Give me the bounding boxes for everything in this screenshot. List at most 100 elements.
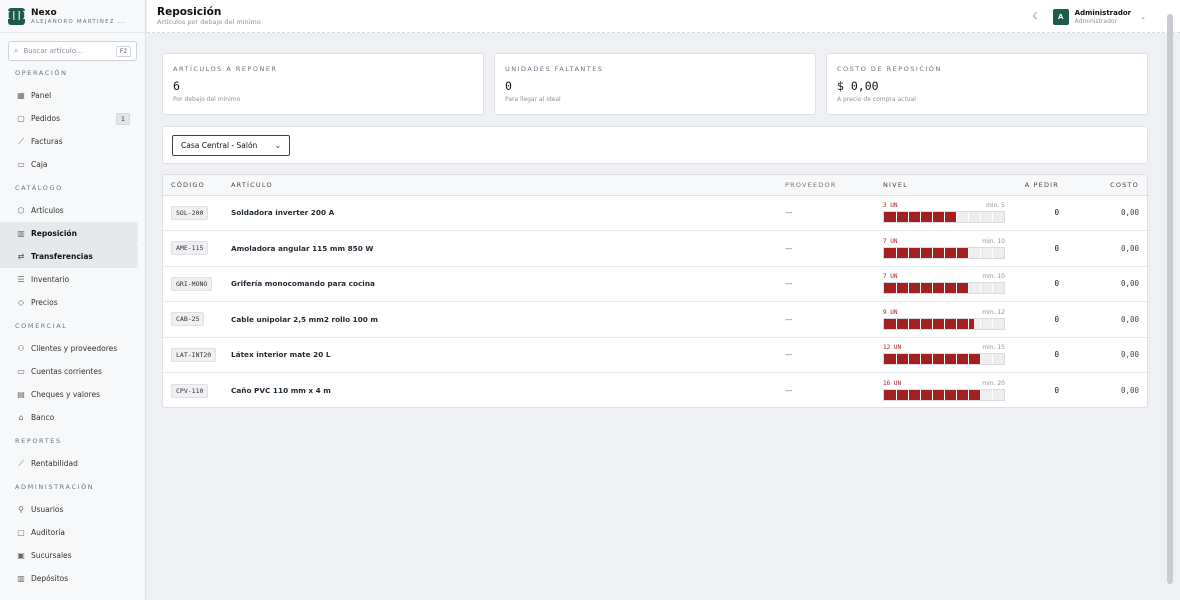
list-icon: ☰ bbox=[17, 275, 25, 284]
table-row[interactable]: AME-115 Amoladora angular 115 mm 850 W —… bbox=[163, 230, 1147, 267]
brand[interactable]: [||] Nexo ALEJANDRO MARTINEZ ... bbox=[0, 0, 145, 33]
level-bar bbox=[883, 317, 1005, 330]
code-chip: CPV-110 bbox=[171, 383, 209, 398]
table-row[interactable]: LAT-INT20 Látex interior mate 20 L — 12 … bbox=[163, 337, 1147, 373]
level-bar-segment bbox=[908, 354, 909, 365]
page-subtitle: Artículos por debajo del mínimo bbox=[157, 18, 261, 26]
sidebar-item-panel[interactable]: ▦ Panel bbox=[0, 84, 138, 107]
sidebar-item-articulos[interactable]: ⬡ Artículos bbox=[0, 199, 138, 222]
article-cell: Látex interior mate 20 L bbox=[231, 337, 785, 373]
table-row[interactable]: SOL-200 Soldadora inverter 200 A — 3 UN … bbox=[163, 195, 1147, 231]
store-icon: ▣ bbox=[17, 551, 25, 560]
sidebar-item-label: Cheques y valores bbox=[31, 390, 100, 399]
table-row[interactable]: GRI-MONO Grifería monocomando para cocin… bbox=[163, 266, 1147, 302]
sidebar-item-label: Inventario bbox=[31, 275, 70, 284]
table-row[interactable]: CAB-25 Cable unipolar 2,5 mm2 rollo 100 … bbox=[163, 301, 1147, 338]
filter-card: Casa Central - Salón ⌄ bbox=[162, 126, 1148, 164]
column-header-to-order[interactable]: A PEDIR bbox=[1013, 175, 1083, 196]
level-bar-segment bbox=[968, 283, 969, 294]
sidebar-item-cuentas-corrientes[interactable]: ▭ Cuentas corrientes bbox=[0, 360, 138, 383]
code-cell: GRI-MONO bbox=[163, 266, 231, 302]
level-cell: 16 UN min. 20 bbox=[883, 373, 1013, 408]
level-bar-segment bbox=[956, 318, 957, 329]
sidebar-item-clientes-y-proveedores[interactable]: ⚇ Clientes y proveedores bbox=[0, 337, 138, 360]
article-cell: Caño PVC 110 mm x 4 m bbox=[231, 373, 785, 408]
sidebar-item-label: Cuentas corrientes bbox=[31, 367, 102, 376]
level-bar-segment bbox=[944, 212, 945, 223]
sidebar-item-label: Precios bbox=[31, 298, 58, 307]
column-header-cost[interactable]: COSTO bbox=[1083, 175, 1147, 196]
level-bar-segment bbox=[896, 283, 897, 294]
level-minimum: min. 20 bbox=[982, 380, 1005, 387]
cost-cell: 0,00 bbox=[1120, 386, 1139, 395]
level-minimum: min. 5 bbox=[986, 202, 1005, 210]
code-chip: LAT-INT20 bbox=[171, 347, 217, 362]
branch-select[interactable]: Casa Central - Salón ⌄ bbox=[172, 135, 290, 156]
supplier-cell: — bbox=[785, 386, 793, 395]
scrollbar[interactable] bbox=[1167, 14, 1173, 584]
article-name: Amoladora angular 115 mm 850 W bbox=[231, 243, 374, 253]
to-order-cell: 0 bbox=[1013, 230, 1083, 267]
level-labels: 9 UN min. 12 bbox=[883, 309, 1005, 316]
level-current: 9 UN bbox=[883, 308, 898, 316]
box-icon: ⬡ bbox=[17, 206, 25, 215]
column-header-level[interactable]: NIVEL bbox=[883, 175, 1013, 196]
level-bar-segment bbox=[992, 318, 993, 329]
level-cell: 7 UN min. 10 bbox=[883, 230, 1013, 267]
sidebar-item-label: Panel bbox=[31, 91, 52, 100]
level-bar-segment bbox=[920, 247, 921, 258]
stat-label: ARTÍCULOS A REPONER bbox=[173, 65, 278, 73]
level-bar bbox=[883, 246, 1005, 259]
user-name: Administrador bbox=[1074, 8, 1132, 17]
supplier-cell: — bbox=[785, 230, 883, 267]
sidebar-item-rentabilidad[interactable]: ⟋ Rentabilidad bbox=[0, 452, 138, 475]
search-input[interactable]: ⌕ Buscar artículo... F2 bbox=[8, 41, 137, 61]
count-badge: 1 bbox=[115, 112, 130, 125]
sidebar-nav: OPERACIÓN ▦ Panel ▢ Pedidos 1 ⟋ Facturas ▭ Caja CA… bbox=[0, 67, 145, 590]
level-current: 12 UN bbox=[883, 344, 902, 352]
sidebar-item-auditoria[interactable]: ▢ Auditoría bbox=[0, 521, 138, 544]
column-header-article[interactable]: ARTÍCULO bbox=[231, 175, 785, 196]
article-cell: Soldadora inverter 200 A bbox=[231, 195, 785, 231]
level-bar-segment bbox=[932, 212, 933, 223]
article-name: Grifería monocomando para cocina bbox=[231, 279, 375, 289]
sidebar-item-pedidos[interactable]: ▢ Pedidos 1 bbox=[0, 107, 138, 130]
user-menu[interactable]: Administrador Administrador bbox=[1075, 9, 1131, 25]
sidebar-item-depositos[interactable]: ▥ Depósitos bbox=[0, 567, 138, 590]
sidebar-item-label: Pedidos bbox=[31, 114, 60, 123]
theme-toggle-moon-icon[interactable]: ☾ bbox=[1033, 12, 1041, 22]
sidebar-item-sucursales[interactable]: ▣ Sucursales bbox=[0, 544, 138, 567]
level-cell: 9 UN min. 12 bbox=[883, 301, 1013, 338]
avatar[interactable]: A bbox=[1052, 8, 1069, 25]
sidebar-item-label: Caja bbox=[31, 160, 48, 169]
sidebar-item-inventario[interactable]: ☰ Inventario bbox=[0, 268, 138, 291]
level-bar-segment bbox=[920, 318, 921, 329]
supplier-cell: — bbox=[785, 337, 883, 373]
search-icon: ⌕ bbox=[14, 46, 19, 55]
level-minimum: min. 10 bbox=[982, 237, 1005, 245]
column-header-supplier[interactable]: PROVEEDOR bbox=[785, 175, 883, 196]
sidebar-item-caja[interactable]: ▭ Caja bbox=[0, 153, 138, 176]
level-minimum: min. 12 bbox=[982, 308, 1005, 316]
level-bar-segment bbox=[968, 247, 969, 258]
sidebar-item-precios[interactable]: ◇ Precios bbox=[0, 291, 138, 314]
chevron-down-icon[interactable]: ⌄ bbox=[1140, 13, 1146, 21]
level-bar-segment bbox=[908, 390, 909, 400]
replenishment-table-card: CÓDIGO ARTÍCULO PROVEEDOR NIVEL A PEDIR … bbox=[162, 174, 1148, 408]
cost-cell: 0,00 bbox=[1083, 301, 1147, 338]
sidebar-section-title: CATÁLOGO bbox=[15, 184, 63, 192]
sidebar-item-cheques-y-valores[interactable]: ▤ Cheques y valores bbox=[0, 383, 138, 406]
level-bar-segment bbox=[992, 390, 993, 400]
to-order-cell: 0 bbox=[1013, 266, 1083, 302]
sidebar-item-reposicion[interactable]: ▥ Reposición bbox=[0, 222, 138, 245]
supplier-cell: — bbox=[785, 301, 883, 338]
sidebar-item-banco[interactable]: ⌂ Banco bbox=[0, 406, 138, 429]
code-cell: SOL-200 bbox=[163, 195, 231, 231]
level-bar-fill bbox=[884, 318, 974, 329]
replenishment-table: CÓDIGO ARTÍCULO PROVEEDOR NIVEL A PEDIR … bbox=[163, 175, 1147, 408]
column-header-code[interactable]: CÓDIGO bbox=[163, 175, 231, 196]
sidebar-item-transferencias[interactable]: ⇄ Transferencias bbox=[0, 245, 138, 268]
table-row[interactable]: CPV-110 Caño PVC 110 mm x 4 m — 16 UN mi… bbox=[163, 373, 1147, 408]
sidebar-item-usuarios[interactable]: ⚲ Usuarios bbox=[0, 498, 138, 521]
sidebar-item-facturas[interactable]: ⟋ Facturas bbox=[0, 130, 138, 153]
